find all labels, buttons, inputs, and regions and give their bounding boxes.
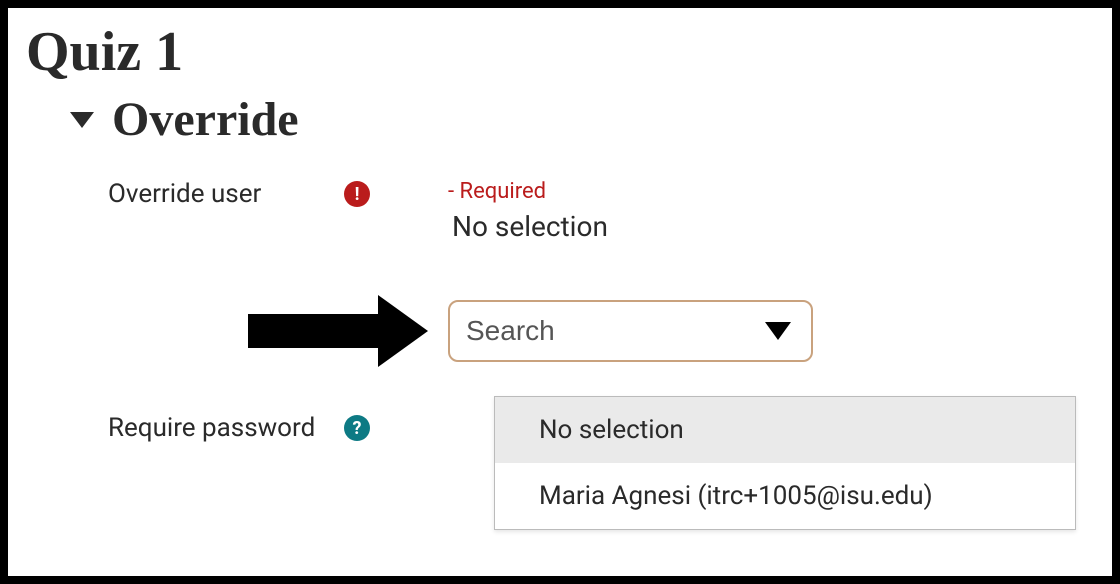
override-user-row: Override user ! - Required No selection — [8, 175, 1112, 247]
help-icon[interactable]: ? — [344, 415, 370, 441]
required-icon: ! — [344, 181, 370, 207]
require-password-label-col: Require password ? — [8, 413, 388, 443]
page-title: Quiz 1 — [8, 8, 1112, 84]
user-search-combobox[interactable] — [448, 300, 813, 362]
chevron-down-icon — [70, 112, 94, 128]
override-user-value: No selection — [448, 210, 1112, 243]
section-title: Override — [112, 92, 299, 147]
callout-arrow — [8, 295, 448, 367]
override-user-field: - Required No selection — [388, 179, 1112, 243]
required-text: - Required — [448, 179, 1112, 204]
user-dropdown-panel: No selection Maria Agnesi (itrc+1005@isu… — [494, 396, 1076, 530]
dropdown-option-no-selection[interactable]: No selection — [495, 397, 1075, 463]
arrow-icon — [248, 295, 428, 367]
section-header[interactable]: Override — [8, 84, 1112, 147]
dropdown-option-user[interactable]: Maria Agnesi (itrc+1005@isu.edu) — [495, 463, 1075, 529]
override-user-label: Override user — [108, 179, 261, 209]
search-input[interactable] — [448, 300, 813, 362]
override-user-label-col: Override user ! — [8, 179, 388, 209]
require-password-label: Require password — [108, 413, 315, 443]
search-row — [8, 295, 1112, 367]
